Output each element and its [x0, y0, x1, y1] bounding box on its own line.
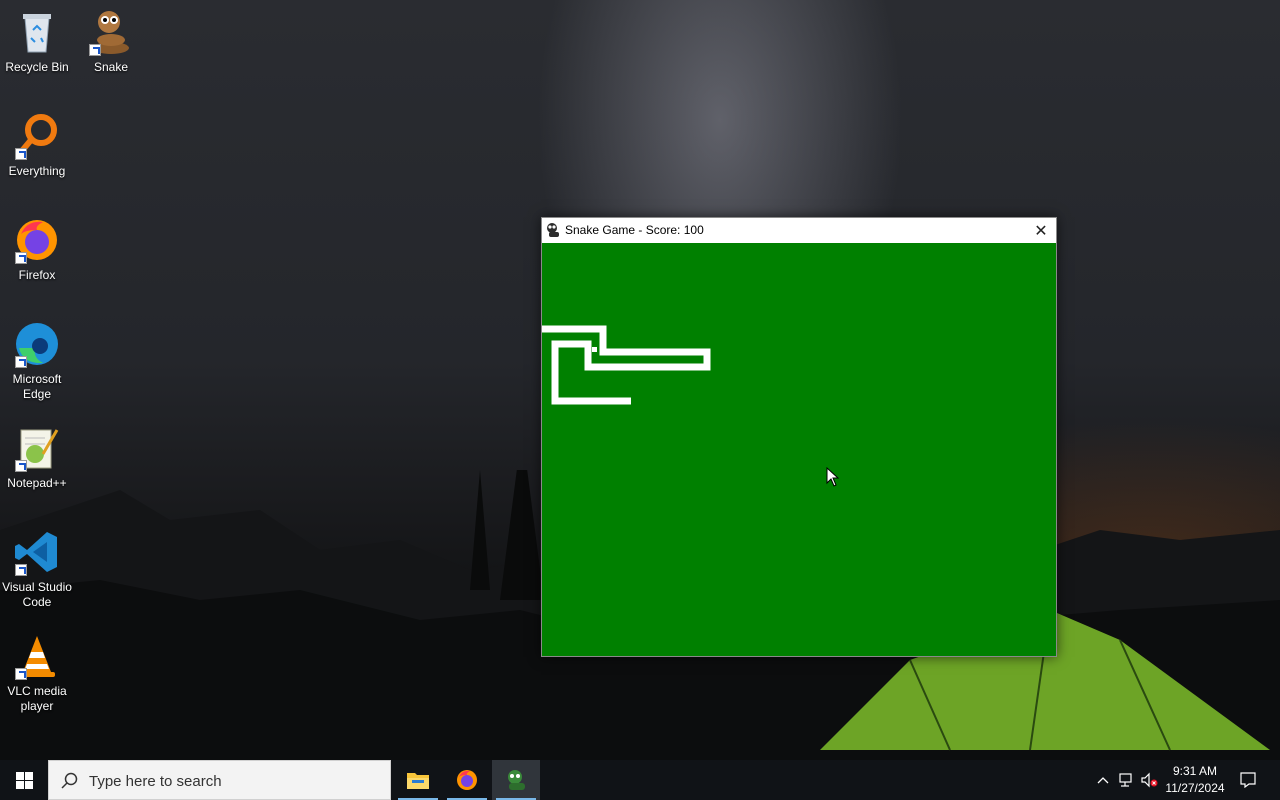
close-button[interactable]: ✕: [1026, 218, 1056, 243]
mouse-cursor-icon: [826, 467, 839, 487]
start-button[interactable]: [0, 760, 48, 800]
shortcut-arrow-icon: [15, 564, 27, 576]
snake-icon: [545, 222, 561, 238]
firefox-icon: [13, 216, 61, 264]
desktop-icon-label: Recycle Bin: [5, 60, 69, 74]
everything-search-icon: [13, 112, 61, 160]
shortcut-arrow-icon: [15, 460, 27, 472]
window-title: Snake Game - Score: 100: [565, 223, 704, 237]
notification-icon: [1240, 772, 1256, 788]
firefox-icon: [457, 770, 477, 790]
desktop-icon-recycle-bin[interactable]: Recycle Bin: [0, 8, 74, 75]
network-icon: [1119, 773, 1132, 787]
window-titlebar[interactable]: Snake Game - Score: 100 ✕: [542, 218, 1056, 243]
snake-head: [592, 347, 597, 352]
desktop-icon-notepadpp[interactable]: Notepad++: [0, 424, 74, 491]
snake-board: [542, 325, 711, 405]
chevron-up-icon: [1097, 777, 1109, 784]
taskbar-search-box[interactable]: Type here to search: [48, 760, 391, 800]
taskbar: Type here to search 9:31 AM 11/27/2024: [0, 760, 1280, 800]
volume-muted-icon: [1141, 772, 1158, 788]
file-explorer-icon: [407, 773, 429, 789]
action-center-button[interactable]: [1236, 760, 1260, 800]
snake-icon: [87, 8, 135, 56]
shortcut-arrow-icon: [15, 252, 27, 264]
desktop-icon-label: Visual Studio Code: [2, 580, 72, 609]
vlc-icon: [13, 632, 61, 680]
desktop-icon-label: Snake: [93, 60, 129, 74]
snake-icon: [508, 770, 525, 790]
taskbar-app-snake-game[interactable]: [492, 760, 540, 800]
desktop-icon-edge[interactable]: Microsoft Edge: [0, 320, 74, 402]
desktop-icon-label: Notepad++: [7, 476, 67, 490]
taskbar-clock[interactable]: 9:31 AM 11/27/2024: [1158, 763, 1232, 797]
notepadpp-icon: [13, 424, 61, 472]
desktop-icon-label: Everything: [8, 164, 66, 178]
desktop-icon-label: Microsoft Edge: [12, 372, 62, 401]
network-button[interactable]: [1116, 760, 1138, 800]
search-placeholder: Type here to search: [89, 773, 222, 790]
shortcut-arrow-icon: [15, 356, 27, 368]
desktop-icon-everything[interactable]: Everything: [0, 112, 74, 179]
volume-button[interactable]: [1140, 760, 1160, 800]
edge-icon: [13, 320, 61, 368]
shortcut-arrow-icon: [89, 44, 101, 56]
vscode-icon: [13, 528, 61, 576]
desktop-icon-vlc[interactable]: VLC media player: [0, 632, 74, 714]
snake-body: [542, 325, 711, 405]
recycle-bin-icon: [13, 8, 61, 56]
clock-time: 9:31 AM: [1172, 764, 1218, 778]
search-icon: [61, 772, 78, 789]
desktop-icon-snake[interactable]: Snake: [74, 8, 148, 75]
taskbar-app-firefox[interactable]: [443, 760, 491, 800]
desktop-icon-label: VLC media player: [7, 684, 67, 713]
desktop-icon-vscode[interactable]: Visual Studio Code: [0, 528, 74, 610]
clock-date: 11/27/2024: [1165, 781, 1225, 795]
desktop-icon-label: Firefox: [18, 268, 56, 282]
shortcut-arrow-icon: [15, 148, 27, 160]
desktop-icon-firefox[interactable]: Firefox: [0, 216, 74, 283]
windows-logo-icon: [15, 771, 33, 789]
snake-game-window[interactable]: Snake Game - Score: 100 ✕: [541, 217, 1057, 657]
game-canvas[interactable]: [542, 243, 1056, 656]
close-icon: ✕: [1034, 222, 1048, 240]
taskbar-app-file-explorer[interactable]: [394, 760, 442, 800]
show-hidden-icons-button[interactable]: [1093, 760, 1113, 800]
shortcut-arrow-icon: [15, 668, 27, 680]
